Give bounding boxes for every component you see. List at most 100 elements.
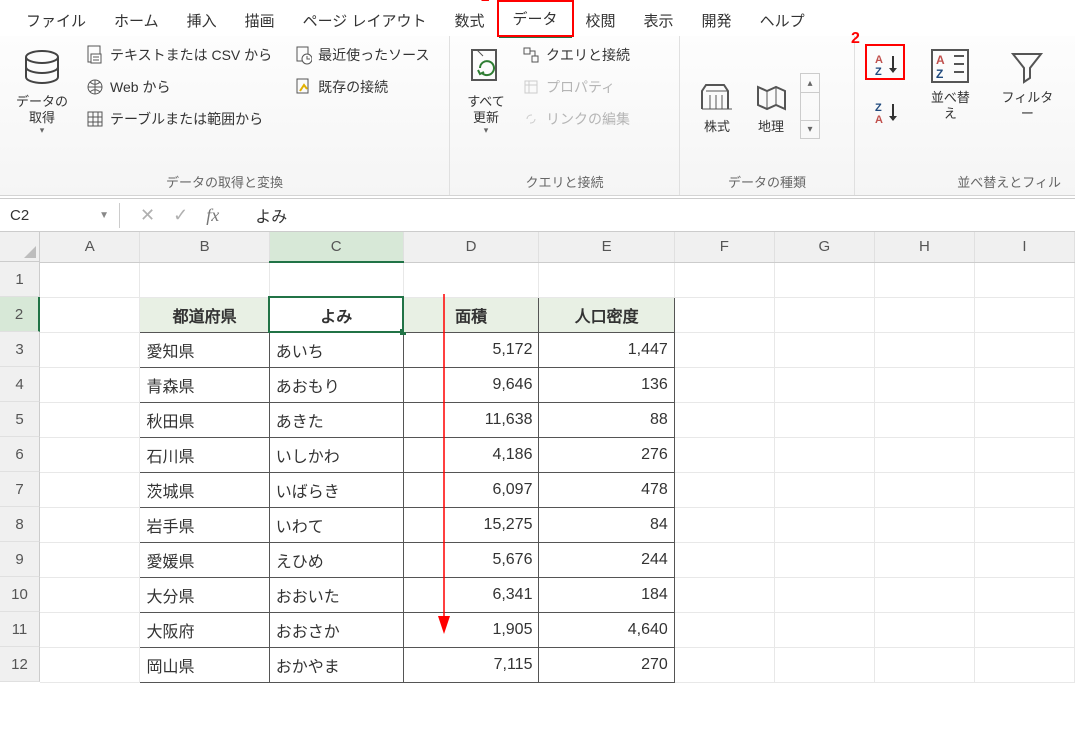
cell[interactable] bbox=[874, 577, 974, 612]
queries-connections-button[interactable]: クエリと接続 bbox=[518, 42, 634, 68]
cell[interactable] bbox=[674, 612, 774, 647]
formula-input[interactable]: よみ bbox=[239, 199, 303, 231]
cell[interactable]: 15,275 bbox=[403, 507, 539, 542]
tab-校閲[interactable]: 校閲 bbox=[572, 4, 630, 37]
cell[interactable] bbox=[874, 647, 974, 682]
cell[interactable]: 5,172 bbox=[403, 332, 539, 367]
cell[interactable] bbox=[674, 297, 774, 332]
tab-描画[interactable]: 描画 bbox=[231, 4, 289, 37]
cell[interactable] bbox=[674, 542, 774, 577]
row-header[interactable]: 1 bbox=[0, 262, 40, 297]
row-header[interactable]: 5 bbox=[0, 402, 40, 437]
cell[interactable] bbox=[40, 297, 140, 332]
tab-開発[interactable]: 開発 bbox=[688, 4, 746, 37]
cell[interactable]: 秋田県 bbox=[140, 402, 269, 437]
cell[interactable] bbox=[874, 332, 974, 367]
cell[interactable]: いしかわ bbox=[269, 437, 403, 472]
cell[interactable] bbox=[974, 507, 1074, 542]
scroll-up-icon[interactable]: ▴ bbox=[801, 74, 819, 92]
cell[interactable]: おおいた bbox=[269, 577, 403, 612]
cell[interactable] bbox=[40, 472, 140, 507]
cell[interactable] bbox=[874, 367, 974, 402]
cell[interactable] bbox=[874, 507, 974, 542]
cell[interactable] bbox=[874, 297, 974, 332]
cell[interactable] bbox=[774, 367, 874, 402]
cell[interactable]: いわて bbox=[269, 507, 403, 542]
cell[interactable] bbox=[674, 577, 774, 612]
cell[interactable] bbox=[774, 542, 874, 577]
cell[interactable]: 4,186 bbox=[403, 437, 539, 472]
cell[interactable] bbox=[774, 507, 874, 542]
cell[interactable]: 1,905 bbox=[403, 612, 539, 647]
cell[interactable] bbox=[539, 262, 674, 297]
cell[interactable]: 茨城県 bbox=[140, 472, 269, 507]
col-header[interactable]: F bbox=[674, 232, 774, 262]
cell[interactable]: 7,115 bbox=[403, 647, 539, 682]
confirm-check-icon[interactable]: ✓ bbox=[173, 205, 188, 226]
cell[interactable]: 244 bbox=[539, 542, 674, 577]
cell[interactable]: よみ bbox=[269, 297, 403, 332]
cell[interactable]: 岩手県 bbox=[140, 507, 269, 542]
cell[interactable]: 大分県 bbox=[140, 577, 269, 612]
scroll-more-icon[interactable]: ▾ bbox=[801, 120, 819, 138]
cell[interactable] bbox=[774, 402, 874, 437]
cell[interactable] bbox=[40, 367, 140, 402]
tab-ページ レイアウト[interactable]: ページ レイアウト bbox=[289, 4, 441, 37]
cell[interactable] bbox=[974, 332, 1074, 367]
row-header[interactable]: 4 bbox=[0, 367, 40, 402]
tab-ヘルプ[interactable]: ヘルプ bbox=[746, 4, 819, 37]
cell[interactable]: 岡山県 bbox=[140, 647, 269, 682]
cell[interactable] bbox=[974, 612, 1074, 647]
cell[interactable]: あいち bbox=[269, 332, 403, 367]
cell[interactable] bbox=[974, 472, 1074, 507]
cell[interactable] bbox=[974, 297, 1074, 332]
cell[interactable] bbox=[403, 262, 539, 297]
cell[interactable] bbox=[674, 507, 774, 542]
cell[interactable] bbox=[974, 367, 1074, 402]
cell[interactable] bbox=[774, 297, 874, 332]
cell[interactable] bbox=[674, 647, 774, 682]
col-header[interactable]: I bbox=[974, 232, 1074, 262]
cell[interactable] bbox=[974, 402, 1074, 437]
cell[interactable]: 6,341 bbox=[403, 577, 539, 612]
row-header[interactable]: 8 bbox=[0, 507, 40, 542]
cell[interactable]: 4,640 bbox=[539, 612, 674, 647]
cell[interactable] bbox=[874, 542, 974, 577]
col-header[interactable]: A bbox=[40, 232, 140, 262]
cell[interactable]: あおもり bbox=[269, 367, 403, 402]
cell[interactable]: 大阪府 bbox=[140, 612, 269, 647]
from-table-button[interactable]: テーブルまたは範囲から bbox=[82, 106, 276, 132]
cell[interactable] bbox=[774, 262, 874, 297]
cell[interactable]: 136 bbox=[539, 367, 674, 402]
sort-descending-button[interactable]: Z A bbox=[869, 96, 911, 130]
name-box-down-icon[interactable]: ▼ bbox=[99, 210, 109, 221]
scroll-track[interactable] bbox=[801, 92, 819, 120]
cell[interactable]: 青森県 bbox=[140, 367, 269, 402]
cell[interactable] bbox=[674, 367, 774, 402]
cell[interactable]: 184 bbox=[539, 577, 674, 612]
cell[interactable] bbox=[674, 402, 774, 437]
cell[interactable]: あきた bbox=[269, 402, 403, 437]
fx-icon[interactable]: fx bbox=[206, 205, 219, 226]
tab-ホーム[interactable]: ホーム bbox=[100, 4, 173, 37]
tab-データ[interactable]: データ1 bbox=[499, 2, 572, 38]
cell[interactable] bbox=[774, 472, 874, 507]
cell[interactable]: 都道府県 bbox=[140, 297, 269, 332]
cell[interactable] bbox=[874, 472, 974, 507]
cell[interactable] bbox=[874, 262, 974, 297]
cell[interactable] bbox=[674, 472, 774, 507]
cell[interactable]: おおさか bbox=[269, 612, 403, 647]
cell[interactable] bbox=[874, 437, 974, 472]
sort-ascending-button[interactable]: A Z bbox=[869, 48, 911, 82]
cell[interactable]: 愛媛県 bbox=[140, 542, 269, 577]
get-data-button[interactable]: データの 取得 ▾ bbox=[10, 42, 74, 140]
cell[interactable] bbox=[774, 577, 874, 612]
cell[interactable] bbox=[774, 332, 874, 367]
cell[interactable]: いばらき bbox=[269, 472, 403, 507]
from-web-button[interactable]: Web から bbox=[82, 74, 276, 100]
tab-表示[interactable]: 表示 bbox=[630, 4, 688, 37]
cell[interactable] bbox=[674, 437, 774, 472]
cell[interactable] bbox=[40, 262, 140, 297]
col-header[interactable]: G bbox=[774, 232, 874, 262]
cell[interactable] bbox=[40, 402, 140, 437]
